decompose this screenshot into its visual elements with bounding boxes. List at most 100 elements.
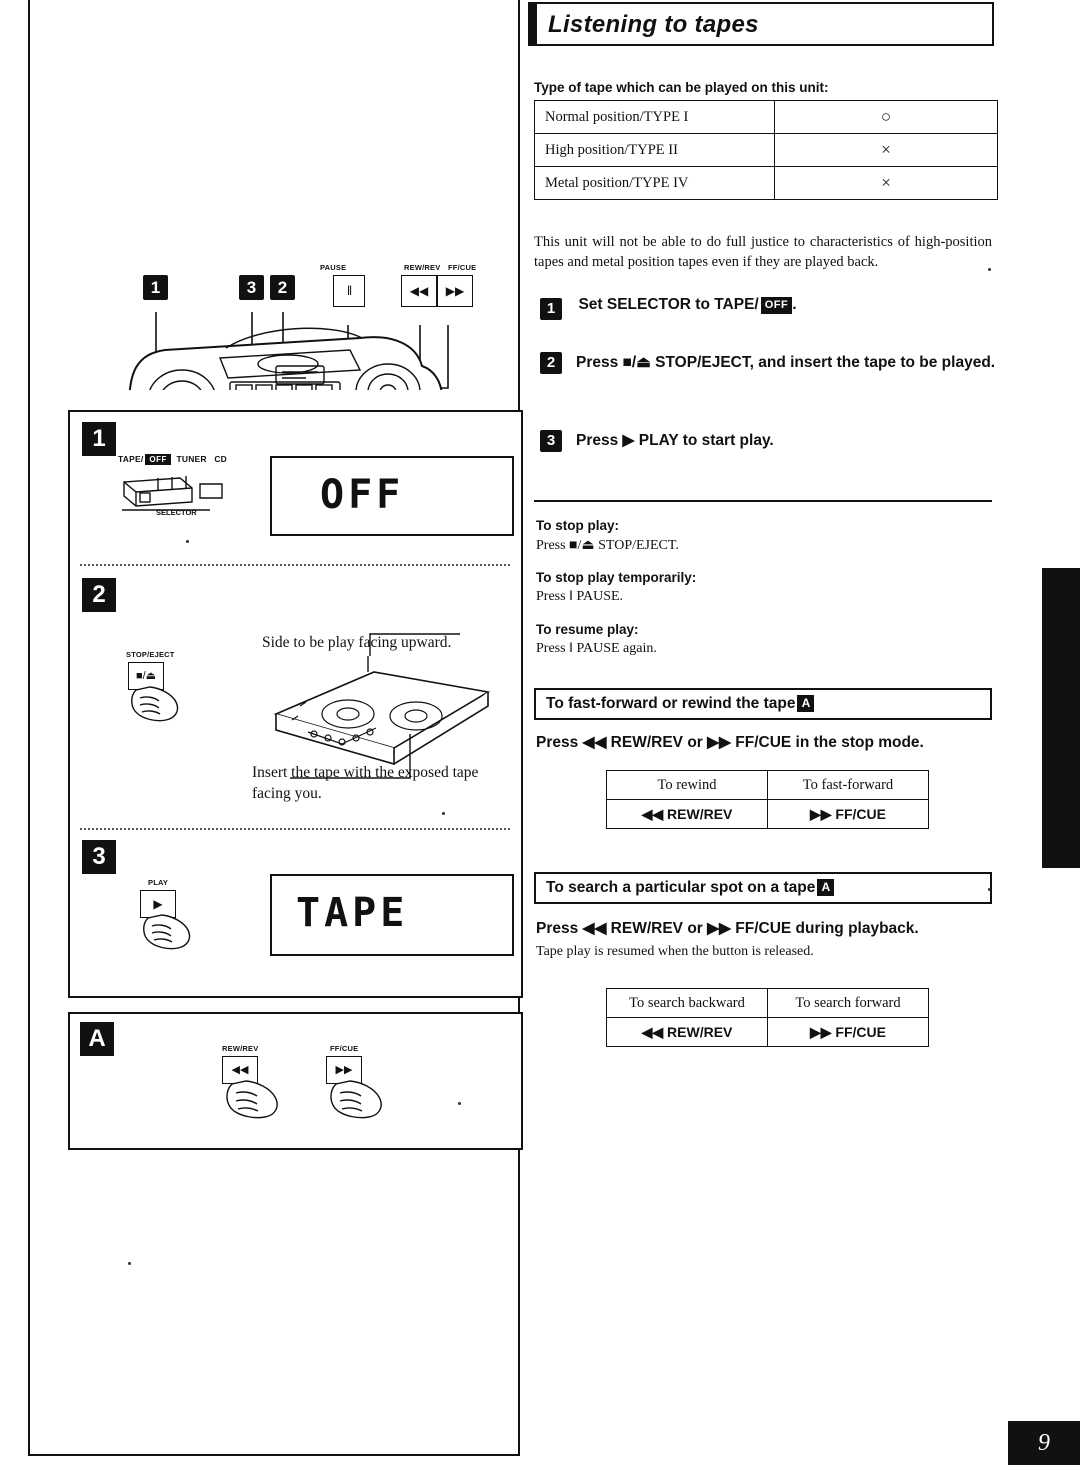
left-column: 1 3 2 PAUSE ‖ REW/REV FF/CUE ◀◀ ▶▶ 1 TAP… [28,0,523,1456]
step-1-off-badge: OFF [760,297,793,314]
panel-step-1-badge: 1 [82,422,116,456]
section-search-note: Tape play is resumed when the button is … [536,944,814,959]
search-table-value-0: ◀◀ REW/REV [606,1017,768,1047]
manual-page: 1 3 2 PAUSE ‖ REW/REV FF/CUE ◀◀ ▶▶ 1 TAP… [0,0,1080,1477]
op-text-2: Press ‖ PAUSE again. [536,641,657,656]
callout-2: 2 [270,275,295,300]
callout-label-1: 1 [143,275,168,300]
panel-step-3-badge: 3 [82,840,116,874]
rew-button-label: REW/REV [404,263,441,272]
step-1-badge: 1 [540,298,562,320]
search-table: To search backward To search forward ◀◀ … [606,988,929,1047]
section-search-heading: To search a particular spot on a tape A [534,872,992,904]
pause-button-label: PAUSE [320,263,347,272]
callout-label-2: 2 [270,275,295,300]
pause-button-graphic: ‖ [333,275,365,307]
tape-type-caption: Type of tape which can be played on this… [534,80,829,95]
side-tab-label: Tape deck operation [1055,628,1072,793]
selector-label-tuner: TUNER [176,454,207,464]
section-title-box: Listening to tapes [528,2,994,46]
tape-type-name-2: Metal position/TYPE IV [533,166,776,200]
ff-button-glyph: ▶▶ [445,284,465,298]
step-1-text-before: Set SELECTOR to TAPE/ [578,296,759,313]
op-text-1: Press ‖ PAUSE. [536,589,624,604]
callout-label-3: 3 [239,275,264,300]
callout-1: 1 [143,275,168,300]
ff-button-graphic: ▶▶ [437,275,473,307]
step-3-badge: 3 [540,430,562,452]
tape-type-mark-0: ○ [774,100,998,134]
ff-table-value-1: ▶▶ FF/CUE [767,799,929,829]
section-search-badge: A [817,879,835,896]
step-3: 3 [540,430,562,452]
ff-table-value-0: ◀◀ REW/REV [606,799,768,829]
procedure-panel: 1 TAPE/OFF TUNER CD SELECTOR OFF 2 Side … [68,410,523,998]
selector-caption: SELECTOR [156,508,197,517]
right-speck-1 [988,268,991,271]
tape-type-note: This unit will not be able to do full ju… [534,234,992,270]
panel-a-ff-label: FF/CUE [330,1044,359,1053]
search-table-header-1: To search forward [767,988,929,1018]
selector-label-tape: TAPE/ [118,454,144,464]
panel-a-badge: A [80,1022,114,1056]
table-row: High position/TYPE II × [533,133,998,167]
table-row: Normal position/TYPE I ○ [533,100,998,134]
play-button-label: PLAY [148,878,169,887]
hand-icon-step2 [131,686,179,722]
panel-a-speck [458,1102,461,1105]
stop-eject-label: STOP/EJECT [126,650,175,659]
divider-rule [534,500,992,502]
table-row: Metal position/TYPE IV × [533,166,998,200]
step-2-badge: 2 [540,352,562,374]
panel-step-2-badge: 2 [82,578,116,612]
caption-insert-tape: Insert the tape with the exposed tape fa… [252,764,479,802]
ff-table-header-0: To rewind [606,770,768,800]
page-number: 9 [1008,1421,1080,1465]
tape-type-mark-1: × [774,133,998,167]
search-table-header-0: To search backward [606,988,768,1018]
section-fastforward-title: To fast-forward or rewind the tape [546,695,796,712]
left-speck-lower [128,1262,131,1265]
rew-button-graphic: ◀◀ [401,275,437,307]
section-search-title: To search a particular spot on a tape [546,879,816,896]
hand-icon-step3 [143,914,191,950]
op-label-1: To stop play temporarily: [536,570,697,585]
section-fastforward-badge: A [797,695,815,712]
selector-label-off: OFF [145,454,171,465]
tape-type-table: Normal position/TYPE I ○ High position/T… [533,100,998,200]
display-step-3: TAPE [270,874,514,956]
tape-type-name-0: Normal position/TYPE I [533,100,776,134]
selector-labels: TAPE/OFF TUNER CD [118,454,227,465]
tape-type-mark-2: × [774,166,998,200]
step-2: 2 [540,352,562,374]
right-speck-2 [988,888,991,891]
step-1-text-after: . [792,296,797,313]
step-3-text: Press ▶ PLAY to start play. [576,432,774,449]
section-fastforward-instruction: Press ◀◀ REW/REV or ▶▶ FF/CUE in the sto… [536,734,924,751]
panel-a-rew-label: REW/REV [222,1044,259,1053]
panel-speck-2 [442,812,445,815]
ff-button-label: FF/CUE [448,263,477,272]
title-accent-bar [530,4,537,44]
fastforward-table: To rewind To fast-forward ◀◀ REW/REV ▶▶ … [606,770,929,829]
panel-separator-1 [80,564,510,566]
search-table-value-1: ▶▶ FF/CUE [767,1017,929,1047]
table-row: ◀◀ REW/REV ▶▶ FF/CUE [606,799,929,829]
callout-3: 3 [239,275,264,300]
hand-icon-panel-a-ff [330,1080,382,1119]
boombox-illustration: 1 3 2 PAUSE ‖ REW/REV FF/CUE ◀◀ ▶▶ [30,120,522,390]
section-fastforward-heading: To fast-forward or rewind the tape A [534,688,992,720]
hand-icon-panel-a-rew [226,1080,278,1119]
display-step-1-text: OFF [320,472,405,518]
panel-separator-2 [80,828,510,830]
table-row: To rewind To fast-forward [606,770,929,800]
panel-a: A REW/REV ◀◀ FF/CUE ▶▶ [68,1012,523,1150]
op-label-2: To resume play: [536,622,639,637]
page-title: Listening to tapes [548,11,759,38]
section-search-instruction: Press ◀◀ REW/REV or ▶▶ FF/CUE during pla… [536,920,919,937]
selector-label-cd: CD [214,454,227,464]
display-step-1: OFF [270,456,514,536]
panel-speck-1 [186,540,189,543]
table-row: To search backward To search forward [606,988,929,1018]
table-row: ◀◀ REW/REV ▶▶ FF/CUE [606,1017,929,1047]
